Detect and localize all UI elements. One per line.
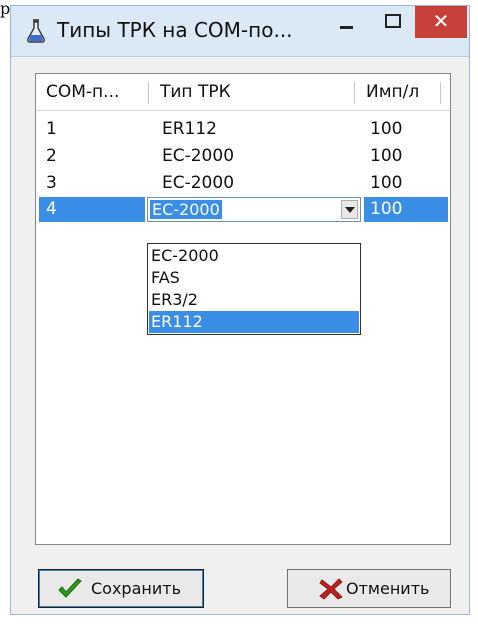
cell-type: EC-2000 xyxy=(162,173,235,193)
minimize-icon xyxy=(340,26,353,29)
table-row[interactable]: 2 EC-2000 100 xyxy=(36,143,450,170)
flask-icon xyxy=(27,19,45,43)
close-icon: ✕ xyxy=(432,9,450,33)
cell-imp: 100 xyxy=(370,199,403,219)
cell-type: ER112 xyxy=(162,119,218,139)
cell-imp: 100 xyxy=(370,146,403,166)
save-button-label: Сохранить xyxy=(91,579,181,598)
dropdown-option[interactable]: FAS xyxy=(149,267,359,289)
maximize-icon xyxy=(385,14,401,28)
cell-imp: 100 xyxy=(370,119,403,139)
cancel-button[interactable]: Отменить xyxy=(287,569,451,608)
cell-imp: 100 xyxy=(370,173,403,193)
cell-port: 2 xyxy=(46,146,57,166)
cancel-button-label: Отменить xyxy=(346,579,430,598)
column-header-imp-per-liter[interactable]: Имп/л xyxy=(356,74,446,110)
cell-port: 1 xyxy=(46,119,57,139)
column-divider[interactable] xyxy=(354,82,355,104)
window-title: Типы ТРК на COM-по... xyxy=(57,18,293,42)
column-divider[interactable] xyxy=(440,82,441,104)
table-row-selected[interactable]: 4 EC-2000 100 xyxy=(36,196,450,223)
com-port-list[interactable]: COM-п... Тип ТРК Имп/л 1 ER112 100 2 EC-… xyxy=(35,73,451,545)
checkmark-icon xyxy=(58,578,82,598)
save-button[interactable]: Сохранить xyxy=(38,569,204,608)
chevron-down-icon[interactable] xyxy=(341,200,358,219)
minimize-button[interactable] xyxy=(323,6,369,38)
column-divider[interactable] xyxy=(148,82,149,104)
cell-port: 4 xyxy=(46,199,57,219)
dropdown-option-highlighted[interactable]: ER112 xyxy=(149,311,359,333)
column-header-com-port[interactable]: COM-п... xyxy=(36,74,146,110)
list-header: COM-п... Тип ТРК Имп/л xyxy=(36,74,450,111)
x-icon xyxy=(319,578,343,600)
title-bar[interactable]: Типы ТРК на COM-по... ✕ xyxy=(11,6,469,57)
combobox-value[interactable]: EC-2000 xyxy=(150,200,222,219)
dialog-window: Типы ТРК на COM-по... ✕ COM-п... Тип ТРК… xyxy=(10,5,470,615)
maximize-button[interactable] xyxy=(369,6,415,38)
table-row[interactable]: 1 ER112 100 xyxy=(36,116,450,143)
table-row[interactable]: 3 EC-2000 100 xyxy=(36,170,450,197)
dropdown-option[interactable]: ER3/2 xyxy=(149,289,359,311)
trk-type-dropdown[interactable]: EC-2000 FAS ER3/2 ER112 xyxy=(147,243,361,335)
close-button[interactable]: ✕ xyxy=(415,6,467,38)
trk-type-combobox[interactable]: EC-2000 xyxy=(147,197,361,222)
cell-port: 3 xyxy=(46,173,57,193)
column-header-trk-type[interactable]: Тип ТРК xyxy=(150,74,352,110)
corner-mark: р xyxy=(0,0,11,18)
dropdown-option[interactable]: EC-2000 xyxy=(149,245,359,267)
cell-type: EC-2000 xyxy=(162,146,235,166)
